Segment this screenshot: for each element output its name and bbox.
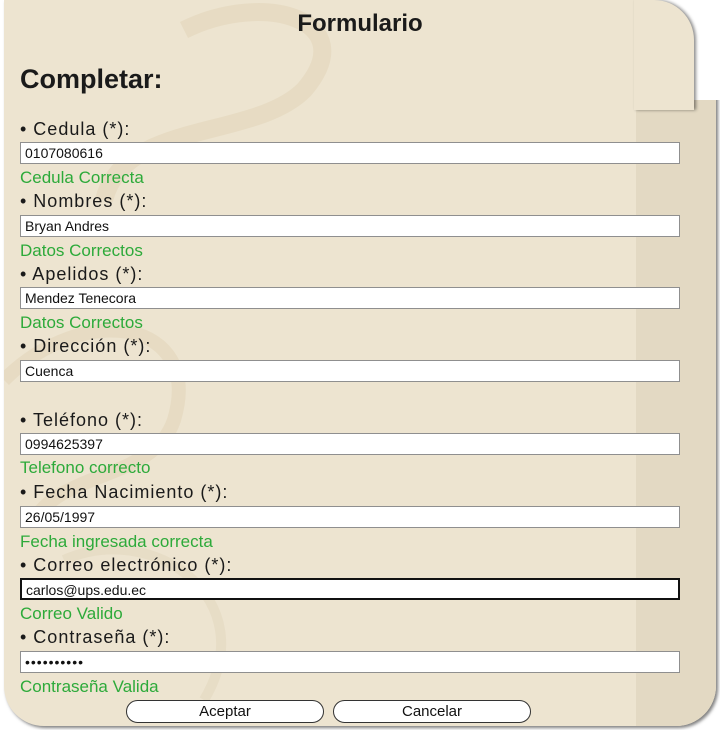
contrasena-label: • Contraseña (*): (20, 627, 171, 647)
direccion-input[interactable]: Cuenca (20, 360, 680, 382)
nombres-label: • Nombres (*): (20, 191, 148, 211)
fecha-label: • Fecha Nacimiento (*): (20, 482, 229, 502)
correo-label: • Correo electrónico (*): (20, 555, 233, 575)
telefono-label: • Teléfono (*): (20, 410, 144, 430)
fecha-nacimiento-input[interactable]: 26/05/1997 (20, 506, 680, 528)
telefono-input[interactable]: 0994625397 (20, 433, 680, 455)
fecha-validation-message: Fecha ingresada correcta (20, 532, 213, 551)
cancelar-button[interactable]: Cancelar (333, 700, 531, 723)
page-title: Formulario (297, 10, 423, 37)
telefono-validation-message: Telefono correcto (20, 458, 151, 477)
form-subtitle: Completar: (20, 64, 163, 94)
aceptar-button[interactable]: Aceptar (126, 700, 324, 723)
apellidos-input[interactable]: Mendez Tenecora (20, 287, 680, 309)
direccion-label: • Dirección (*): (20, 336, 152, 356)
cedula-validation-message: Cedula Correcta (20, 168, 144, 187)
correo-validation-message: Correo Valido (20, 604, 123, 623)
correo-input[interactable]: carlos@ups.edu.ec (20, 578, 680, 600)
cedula-input[interactable]: 0107080616 (20, 142, 680, 164)
contrasena-input[interactable]: •••••••••• (20, 651, 680, 673)
cedula-label: • Cedula (*): (20, 119, 131, 139)
nombres-input[interactable]: Bryan Andres (20, 215, 680, 237)
apellidos-validation-message: Datos Correctos (20, 313, 143, 332)
apellidos-label: • Apelidos (*): (20, 264, 144, 284)
contrasena-validation-message: Contraseña Valida (20, 677, 159, 696)
nombres-validation-message: Datos Correctos (20, 241, 143, 260)
